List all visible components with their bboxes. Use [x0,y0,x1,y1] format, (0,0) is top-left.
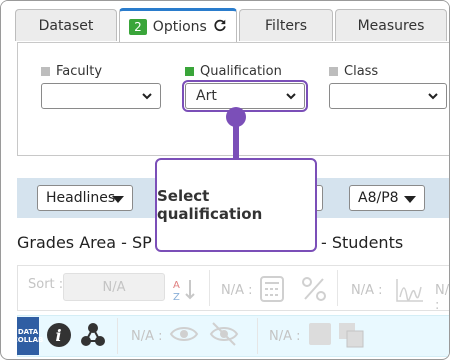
faculty-label: Faculty [41,64,102,79]
sort-label: Sort : [28,277,64,292]
divider [257,318,258,354]
qualification-label: Qualification [185,64,282,79]
callout-text: Select qualification [157,187,263,223]
metric-label: A8/P8 [358,190,399,206]
percent-icon[interactable] [301,275,327,303]
chevron-down-icon [428,93,438,100]
svg-text:i: i [56,326,62,345]
faculty-label-text: Faculty [56,64,103,79]
refresh-icon[interactable] [213,18,227,36]
class-label: Class [329,64,378,79]
line-chart-icon[interactable] [395,277,425,303]
layers-icon[interactable] [337,321,365,349]
section-title-left: Grades Area - SP [17,233,152,252]
tab-filters[interactable]: Filters [239,9,333,41]
na-label-1: N/A : [221,283,253,298]
tab-label: Filters [265,17,307,34]
caret-down-icon [404,196,416,203]
class-select[interactable] [329,83,447,109]
svg-text:Z: Z [173,292,180,303]
info-icon[interactable]: i [46,322,72,348]
tab-label: Options [152,18,207,35]
divider [337,270,338,306]
eye-slash-icon[interactable] [209,321,239,347]
class-status-square [329,67,338,76]
sort-select[interactable]: N/A [63,273,165,301]
qualification-value: Art [196,88,217,104]
na-label-4: N/A : [131,329,163,344]
class-label-text: Class [344,64,379,79]
sort-value: N/A [102,279,126,295]
qualification-select[interactable]: Art [182,80,308,112]
faculty-status-square [41,67,50,76]
na-label-2: N/A : [351,283,383,298]
headlines-label: Headlines [46,190,116,206]
metric-dropdown[interactable]: A8/P8 [349,185,425,211]
tab-bar: Dataset 2 Options Filters Measures [1,1,449,43]
tab-label: Measures [357,17,425,34]
data-collab-text-1: DATA [17,328,39,336]
eye-icon[interactable] [169,323,199,345]
app-frame: Dataset 2 Options Filters Measures Facul… [0,0,450,360]
na-label-5: N/A : [269,329,301,344]
step-badge: 2 [129,18,147,35]
qualification-status-square [185,67,194,76]
sort-az-icon[interactable]: A Z [173,277,197,303]
tab-dataset[interactable]: Dataset [15,9,117,41]
caret-down-icon [112,196,124,203]
data-collab-text-2: COLLAB [12,336,44,344]
data-collab-logo: DATA COLLAB [13,317,43,355]
section-title-right: - Students [321,233,404,252]
headlines-dropdown[interactable]: Headlines [37,185,133,211]
chevron-down-icon [286,93,296,100]
square-icon[interactable] [309,323,331,345]
na-label-3: N/A : [435,283,450,313]
divider [209,270,210,306]
qualification-label-text: Qualification [200,64,282,79]
tab-options[interactable]: 2 Options [119,8,237,42]
chevron-down-icon [142,93,152,100]
calculator-icon[interactable] [259,275,285,303]
tab-label: Dataset [38,17,94,34]
share-network-icon[interactable] [81,322,105,348]
tooltip-callout: Select qualification [155,158,317,252]
tab-measures[interactable]: Measures [335,9,447,41]
faculty-select[interactable] [41,83,161,109]
svg-text:A: A [173,280,180,291]
callout-connector [233,119,239,159]
divider [117,318,118,354]
